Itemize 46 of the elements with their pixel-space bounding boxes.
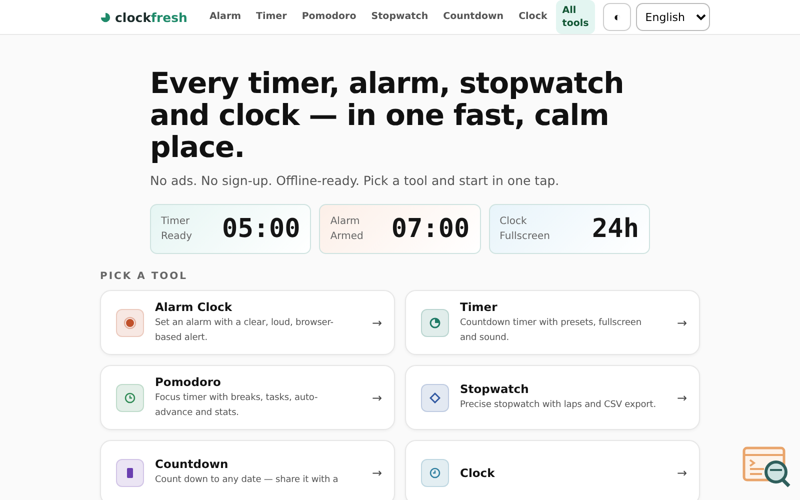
theme-toggle-button[interactable]: ◐	[603, 3, 632, 31]
card-title: Stopwatch	[460, 382, 530, 396]
nav-link[interactable]: Timer	[250, 6, 293, 28]
nav-link[interactable]: All tools	[556, 0, 596, 34]
card-title: Pomodoro	[155, 374, 222, 388]
tool-card[interactable]: Clock →	[405, 440, 700, 500]
card-description: Countdown timer with presets, fullscreen and sound.	[460, 316, 642, 344]
nav-link[interactable]: Clock	[512, 6, 554, 28]
tool-card[interactable]: Countdown Count down to any date — share it with a →	[100, 440, 395, 500]
tool-card[interactable]: Alarm Clock Set an alarm with a clear, loud, browser-based alert. →	[100, 290, 395, 355]
stat-label: Alarm	[330, 216, 361, 227]
nav-link[interactable]: Pomodoro	[296, 6, 362, 28]
nav-link[interactable]: Countdown	[437, 6, 510, 28]
arrow-icon: →	[372, 390, 382, 404]
nav-link[interactable]: Alarm	[203, 6, 248, 28]
tool-card[interactable]: Stopwatch Precise stopwatch with laps and CSV export. →	[405, 365, 700, 430]
stat-label: Clock	[500, 216, 528, 227]
card-title: Timer	[460, 300, 498, 314]
tool-card[interactable]: Pomodoro Focus timer with breaks, tasks, auto-advance and stats. →	[100, 365, 395, 430]
stat-value: 07:00	[391, 214, 470, 244]
arrow-icon: →	[676, 316, 687, 330]
language-select[interactable]: English	[636, 3, 710, 31]
card-description: Count down to any date — share it with a	[155, 474, 340, 487]
stat-status: Armed	[330, 231, 364, 242]
stat-label: Timer	[161, 216, 191, 227]
card-title: Alarm Clock	[155, 300, 234, 314]
card-title: Clock	[460, 466, 496, 480]
card-description: Focus timer with breaks, tasks, auto-advance and stats.	[155, 392, 319, 420]
stat-status: Fullscreen	[500, 231, 550, 242]
section-title: PICK A TOOL	[100, 271, 189, 282]
headline: Every timer, alarm, stopwatch and clock — in one fast, calm place.	[150, 67, 625, 163]
arrow-icon: →	[676, 390, 687, 404]
arrow-icon: →	[372, 316, 382, 330]
code-search-icon[interactable]	[742, 445, 792, 489]
tool-card[interactable]: Timer Countdown timer with presets, fullscreen and sound. →	[405, 290, 700, 355]
card-title: Countdown	[155, 457, 230, 471]
card-description: Precise stopwatch with laps and CSV export.	[460, 399, 657, 412]
nav-link[interactable]: Stopwatch	[365, 6, 434, 28]
stat-value: 05:00	[222, 214, 300, 244]
card-description: Set an alarm with a clear, loud, browser-based alert.	[155, 316, 334, 344]
logo[interactable]: clockfresh	[100, 10, 188, 24]
subtitle: No ads. No sign-up. Offline-ready. Pick a tool and start in one tap.	[150, 173, 560, 188]
arrow-icon: →	[372, 466, 382, 480]
stat-value: 24h	[592, 214, 639, 244]
arrow-icon: →	[676, 466, 687, 480]
stat-status: Ready	[161, 231, 192, 242]
